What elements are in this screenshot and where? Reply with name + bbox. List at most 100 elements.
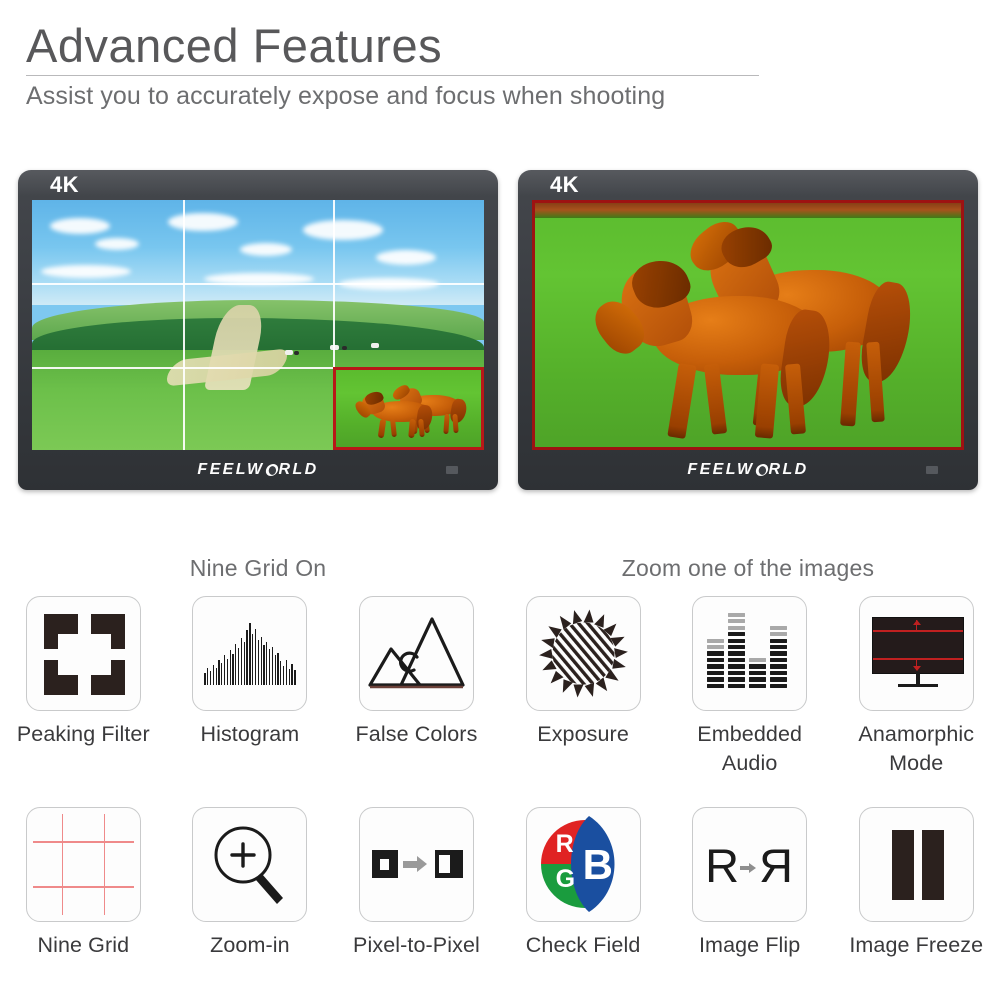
cloud (167, 212, 238, 231)
brand-text-suffix: RLD (278, 461, 319, 478)
feature-label-line1: Anamorphic (858, 722, 975, 746)
cloud (303, 220, 384, 240)
check-field-letter-r: R (555, 830, 574, 859)
horse-leg (666, 363, 696, 440)
brand-text-prefix: FEELW (197, 461, 265, 478)
cow (285, 350, 294, 355)
eq-column (749, 657, 767, 688)
monitor-body: 4K FEELW RLD (518, 170, 978, 490)
peaking-filter-icon[interactable] (25, 596, 141, 711)
header-divider (26, 75, 759, 77)
target-pixel-inner (438, 855, 450, 874)
anamorphic-guide-line (872, 630, 963, 632)
histogram-bars (204, 623, 296, 685)
zoom-selection-box (333, 366, 484, 450)
feature-label: Exposure (537, 722, 629, 746)
feature-image-freeze[interactable]: Image Freeze (833, 807, 1000, 960)
check-field-letter-g: G (555, 865, 576, 894)
horses-thumbnail (336, 369, 481, 447)
feature-row-1: Peaking Filter Histogram False Colors Ex… (0, 596, 1000, 777)
brand-logo: FEELW RLD (197, 461, 318, 479)
monitor-caption-zoomed: Zoom one of the images (621, 555, 875, 581)
cloud (203, 272, 314, 285)
badge-4k: 4K (50, 172, 79, 197)
grid-line-vertical (61, 814, 64, 916)
feature-zoom-in[interactable]: Zoom-in (167, 807, 334, 960)
feature-check-field[interactable]: R G B Check Field (500, 807, 667, 960)
cow (371, 342, 379, 348)
feature-nine-grid[interactable]: Nine Grid (0, 807, 167, 960)
brand-o-icon (754, 464, 769, 476)
led-indicator (926, 466, 938, 474)
horse-leg (408, 418, 416, 439)
feature-label: Embedded Audio (697, 720, 802, 777)
cow (330, 345, 340, 350)
feature-false-colors[interactable]: False Colors (333, 596, 500, 777)
feature-pixel-to-pixel[interactable]: Pixel-to-Pixel (333, 807, 500, 960)
image-flip-icon[interactable]: R R (692, 807, 808, 923)
feature-histogram[interactable]: Histogram (167, 596, 334, 777)
horse-front (587, 251, 843, 440)
feature-row-2: Nine Grid Zoom-in Pixel-to-Pixel R G B C… (0, 807, 1000, 960)
cloud (50, 217, 111, 234)
feature-embedded-audio[interactable]: Embedded Audio (666, 596, 833, 777)
horse-leg (377, 418, 386, 439)
feature-label: Check Field (525, 933, 641, 958)
monitor-screen-zoomed (532, 200, 964, 450)
monitor-reflection: FEELWORLD (18, 491, 498, 533)
feature-label: Anamorphic Mode (858, 720, 974, 777)
anamorphic-guide-line (872, 658, 963, 660)
feature-label: Image Flip (698, 933, 801, 958)
monitor-nine-grid: 4K FEELW RLD Nine Grid On (18, 170, 498, 582)
image-freeze-icon[interactable] (858, 807, 974, 923)
monitor-caption-nine-grid: Nine Grid On (189, 555, 327, 581)
monitor-body: 4K FEELW RLD (18, 170, 498, 490)
feature-label-line2: Mode (889, 750, 944, 775)
anamorphic-arrow-head-down (912, 666, 921, 671)
feature-label: Peaking Filter (16, 722, 150, 746)
horse-front (352, 388, 438, 439)
sun-glyph (538, 609, 628, 698)
brand-text-suffix: RLD (768, 461, 809, 478)
pixel-to-pixel-icon[interactable] (358, 807, 474, 923)
horse-leg (754, 363, 779, 439)
embedded-audio-icon[interactable] (692, 596, 808, 711)
anamorphic-mode-icon[interactable] (858, 596, 974, 711)
feature-label-line1: Embedded (697, 722, 803, 746)
horse-leg (840, 341, 862, 427)
grid-line-horizontal (32, 841, 134, 843)
zoom-in-icon[interactable] (192, 807, 308, 923)
cloud (41, 265, 132, 278)
feature-exposure[interactable]: Exposure (500, 596, 667, 777)
feature-image-flip[interactable]: R R Image Flip (666, 807, 833, 960)
feature-anamorphic-mode[interactable]: Anamorphic Mode (833, 596, 1000, 777)
false-colors-icon[interactable] (358, 596, 474, 711)
grid-line-horizontal (32, 886, 134, 888)
horses-zoomed-image (532, 200, 964, 450)
cloud (339, 277, 440, 290)
letter-r-original: R (705, 839, 740, 893)
feature-peaking-filter[interactable]: Peaking Filter (0, 596, 167, 777)
cloud (95, 237, 140, 250)
cow (341, 346, 347, 351)
feature-grid: Peaking Filter Histogram False Colors Ex… (0, 596, 1000, 960)
nine-grid-icon[interactable] (25, 807, 141, 923)
horse-leg (442, 413, 450, 434)
monitor-reflection: FEELWORLD (518, 491, 978, 533)
brand-logo: FEELW RLD (687, 461, 808, 479)
monitor-screen-nine-grid (32, 200, 484, 450)
badge-4k: 4K (550, 172, 579, 197)
feature-label: Image Freeze (849, 933, 984, 958)
cloud (375, 250, 436, 265)
pause-bar-left (891, 830, 914, 901)
feature-label: Nine Grid (37, 933, 130, 958)
exposure-icon[interactable] (525, 596, 641, 711)
histogram-icon[interactable] (192, 596, 308, 711)
feature-label: False Colors (355, 722, 478, 746)
feature-label: Pixel-to-Pixel (353, 933, 480, 958)
check-field-letter-b: B (582, 841, 613, 889)
feature-label: Histogram (200, 722, 300, 746)
check-field-icon[interactable]: R G B (525, 807, 641, 923)
source-pixel-box (371, 850, 398, 879)
brand-o-icon (264, 464, 279, 476)
